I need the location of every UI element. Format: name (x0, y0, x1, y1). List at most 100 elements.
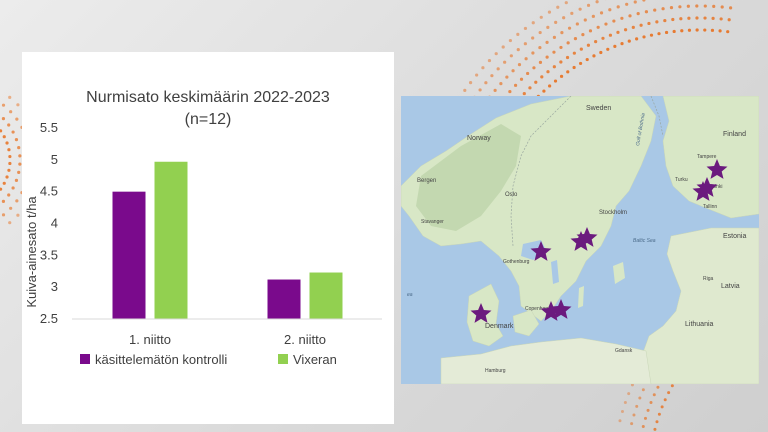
decor-dot (655, 20, 659, 24)
decor-dot (539, 15, 543, 19)
decor-dot (671, 17, 675, 22)
decor-dot (583, 18, 587, 22)
decor-dot (653, 427, 657, 431)
decor-dot (552, 35, 557, 39)
decor-dot (672, 29, 676, 34)
decor-dot (620, 410, 624, 414)
map-label-oslo: Oslo (505, 192, 518, 198)
decor-dot (638, 396, 642, 400)
map-label-gothenburg: Gothenburg (503, 259, 530, 265)
decor-dot (595, 0, 599, 4)
decor-dot (601, 36, 605, 40)
decor-dot (481, 66, 485, 70)
decor-dot (631, 25, 635, 29)
decor-dot (703, 16, 707, 20)
decor-dot (596, 25, 600, 29)
y-tick-label: 5.5 (40, 120, 58, 135)
decor-dot (567, 26, 572, 30)
decor-dot (623, 400, 627, 404)
legend: käsittelemätön kontrolli Vixeran (80, 352, 337, 367)
decor-dot (669, 6, 674, 10)
bar-1-1 (112, 191, 146, 319)
decor-dot (11, 186, 15, 190)
decor-dot (588, 29, 593, 33)
x-tick-label-1: 1. niitto (129, 332, 171, 347)
decor-dot (8, 95, 12, 99)
decor-dot (556, 5, 560, 9)
decor-dot (538, 60, 543, 64)
decor-dot (534, 80, 538, 84)
decor-dot (508, 38, 513, 43)
decor-dot (599, 50, 603, 55)
map-label-bergen: Bergen (417, 178, 436, 184)
decor-dot (586, 43, 591, 47)
decor-dot (627, 392, 631, 396)
decor-dot (18, 162, 22, 166)
bars (112, 161, 343, 319)
decor-dot (1, 199, 6, 204)
chart-title: Nurmisato keskimäärin 2022-2023 (86, 89, 330, 106)
decor-dot (585, 57, 589, 62)
x-tick-label-2: 2. niitto (284, 332, 326, 347)
map-label-riga: Riga (703, 276, 714, 282)
decor-dot (9, 110, 13, 114)
decor-dot (562, 16, 566, 20)
decor-dot (0, 187, 3, 191)
decor-dot (8, 221, 12, 225)
decor-dot (670, 384, 674, 388)
decor-dot (566, 41, 570, 45)
decor-dot (546, 25, 550, 29)
decor-dot (616, 5, 620, 9)
decor-dot (15, 117, 19, 121)
decor-dot (531, 21, 535, 25)
decor-dot (573, 37, 578, 41)
decor-dot (663, 398, 667, 402)
decor-dot (679, 17, 683, 21)
decor-dot (524, 57, 528, 61)
y-tick-labels: 2.5 3 3.5 4 4.5 5 5.5 (40, 120, 58, 326)
decor-dot (687, 16, 691, 20)
map-canvas: Sweden Finland Norway Gulf of Bothnia Be… (401, 96, 759, 384)
map-label-norway: Norway (467, 135, 491, 142)
decor-dot (7, 123, 11, 127)
decor-dot (616, 30, 620, 34)
decor-dot (641, 388, 645, 392)
decor-dot (620, 42, 624, 46)
decor-dot (9, 206, 13, 210)
map-label-hamburg: Hamburg (485, 368, 506, 374)
decor-dot (703, 4, 707, 8)
decor-dot (599, 11, 604, 15)
decor-dot (531, 51, 535, 55)
decor-dot (726, 30, 730, 34)
decor-dot (499, 82, 503, 86)
decor-dot (618, 419, 622, 423)
decor-dot (14, 138, 19, 142)
decor-dot (532, 66, 536, 70)
decor-dot (635, 404, 639, 408)
map-label-lithuania: Lithuania (685, 321, 714, 328)
decor-dot (711, 16, 715, 20)
decor-dot (1, 116, 6, 121)
decor-dot (565, 55, 570, 60)
decor-dot (720, 5, 724, 9)
decor-dot (516, 32, 520, 36)
nordic-map: Sweden Finland Norway Gulf of Bothnia Be… (401, 96, 759, 384)
decor-dot (578, 61, 583, 66)
decor-dot (475, 73, 479, 77)
decor-dot (526, 71, 530, 76)
y-tick-label: 4 (51, 216, 58, 231)
decor-dot (657, 412, 661, 416)
decor-dot (523, 26, 528, 31)
decor-dot (667, 391, 671, 395)
decor-dot (572, 51, 576, 55)
decor-dot (487, 58, 492, 63)
chart-card: Nurmisato keskimäärin 2022-2023 (n=12) K… (22, 52, 394, 424)
y-tick-label: 5 (51, 152, 58, 167)
decor-dot (703, 28, 707, 32)
y-tick-label: 4.5 (40, 184, 58, 199)
map-label-sea: ea (407, 292, 413, 298)
decor-dot (554, 20, 558, 25)
bar-2-2 (309, 272, 343, 319)
decor-dot (16, 103, 20, 107)
decor-dot (490, 74, 494, 78)
